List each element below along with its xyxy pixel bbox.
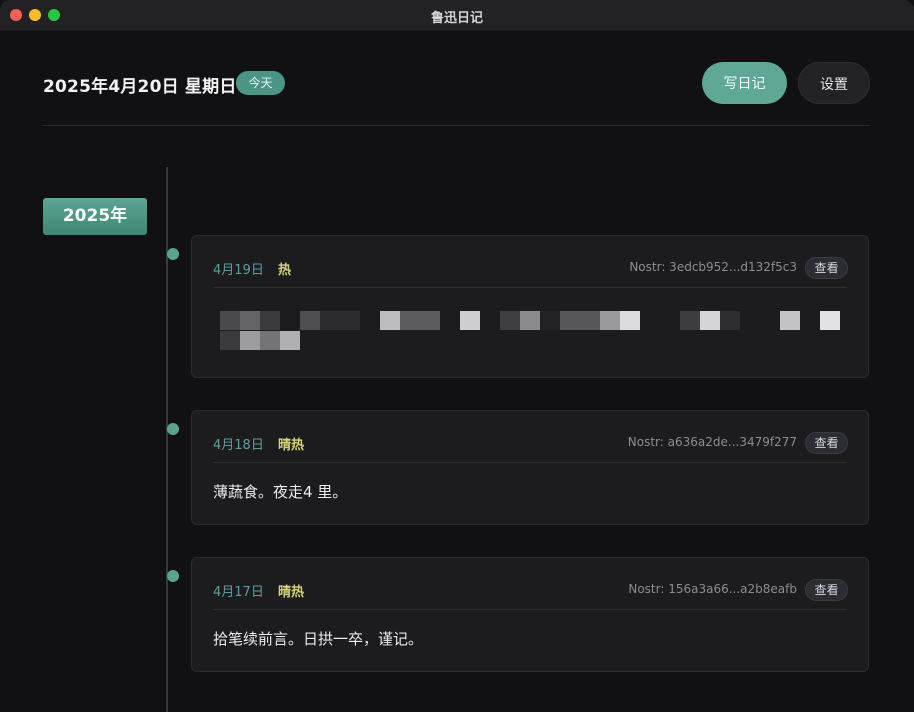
diary-entry-card[interactable]: 4月19日 热 Nostr: 3edcb952...d132f5c3 查看 (191, 235, 869, 378)
window-title: 鲁迅日记 (430, 11, 483, 26)
entry-content: 薄蔬食。夜走4 里。 (213, 483, 348, 501)
timeline-dot (167, 248, 179, 260)
view-entry-button[interactable]: 查看 (805, 579, 848, 601)
entry-date: 4月17日 (213, 585, 264, 600)
title-bar: 鲁迅日记 (0, 0, 914, 31)
timeline-line (166, 167, 168, 712)
settings-button[interactable]: 设置 (798, 62, 870, 104)
timeline-dot (167, 423, 179, 435)
diary-entry-card[interactable]: 4月18日 晴热 Nostr: a636a2de...3479f277 查看 薄… (191, 410, 869, 525)
entry-weather: 晴热 (278, 585, 305, 600)
entry-nostr-id: Nostr: a636a2de...3479f277 (627, 435, 797, 449)
view-entry-button[interactable]: 查看 (805, 257, 848, 279)
header-divider (43, 125, 870, 126)
entry-nostr-id: Nostr: 156a3a66...a2b8eafb (628, 582, 797, 596)
entry-content: 拾笔续前言。日拱一卒，谨记。 (213, 630, 424, 648)
year-badge: 2025年 (43, 198, 147, 235)
today-badge: 今天 (236, 71, 285, 95)
entry-nostr-id: Nostr: 3edcb952...d132f5c3 (629, 260, 797, 274)
card-divider (213, 609, 847, 610)
diary-entry-card[interactable]: 4月17日 晴热 Nostr: 156a3a66...a2b8eafb 查看 拾… (191, 557, 869, 672)
obscured-content (220, 311, 850, 330)
obscured-content-line-2 (220, 331, 310, 350)
timeline-dot (167, 570, 179, 582)
current-date: 2025年4月20日 星期日 (43, 77, 237, 97)
entry-weather: 热 (278, 263, 292, 278)
entry-date: 4月19日 (213, 263, 264, 278)
entry-weather: 晴热 (278, 438, 305, 453)
view-entry-button[interactable]: 查看 (805, 432, 848, 454)
card-divider (213, 287, 847, 288)
entry-date: 4月18日 (213, 438, 264, 453)
app-window: 鲁迅日记 2025年4月20日 星期日 今天 写日记 设置 2025年 4月19… (0, 0, 914, 712)
write-diary-button[interactable]: 写日记 (702, 62, 787, 104)
card-divider (213, 462, 847, 463)
